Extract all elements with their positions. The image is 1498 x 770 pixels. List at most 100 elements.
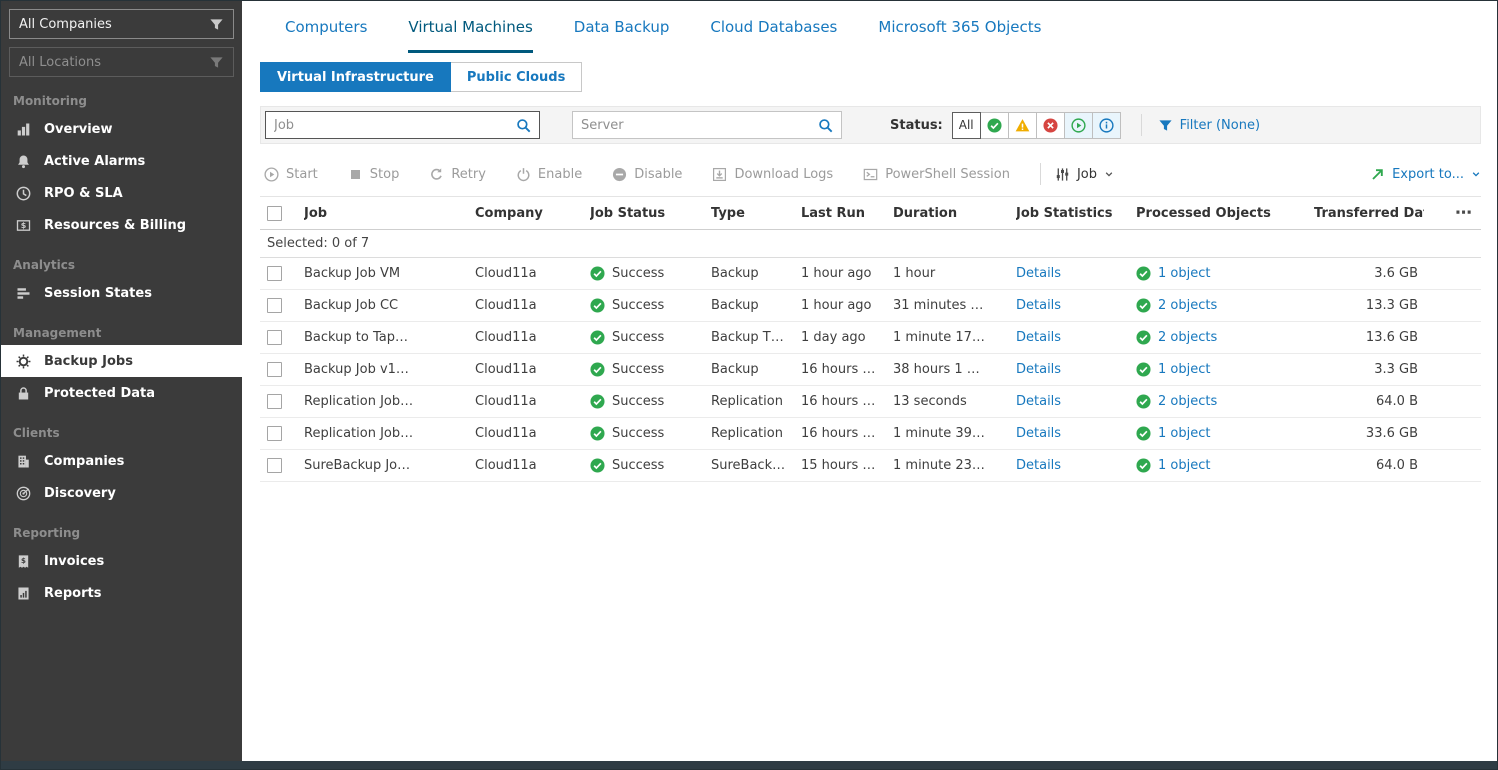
sidebar-item-reports[interactable]: Reports: [1, 577, 242, 609]
sub-tabs: Virtual InfrastructurePublic Clouds: [260, 62, 1481, 92]
column-header-job-statistics[interactable]: Job Statistics: [1016, 206, 1136, 221]
column-header-company[interactable]: Company: [475, 206, 590, 221]
tab-data-backup[interactable]: Data Backup: [574, 1, 670, 53]
status-filter-all[interactable]: All: [952, 112, 981, 139]
tab-virtual-machines[interactable]: Virtual Machines: [408, 1, 532, 53]
last-run: 1 hour ago: [801, 266, 893, 281]
job-type: Backup: [711, 298, 801, 313]
toolbar-powershell-session-button[interactable]: PowerShell Session: [863, 167, 1010, 182]
column-menu-button[interactable]: ⋯: [1424, 203, 1481, 223]
row-checkbox[interactable]: [267, 266, 282, 281]
sidebar-item-overview[interactable]: Overview: [1, 113, 242, 145]
toolbar-button-label: Enable: [538, 167, 582, 182]
status-filter-info[interactable]: [1092, 112, 1121, 139]
company-name: Cloud11a: [475, 266, 590, 281]
column-header-duration[interactable]: Duration: [893, 206, 1016, 221]
server-search-input[interactable]: [573, 118, 818, 133]
row-checkbox[interactable]: [267, 458, 282, 473]
job-columns-dropdown[interactable]: Job: [1055, 167, 1114, 182]
sidebar-item-session-states[interactable]: Session States: [1, 277, 242, 309]
company-filter-value: All Companies: [19, 17, 112, 32]
toolbar-start-button[interactable]: Start: [264, 167, 318, 182]
select-all-checkbox[interactable]: [267, 206, 282, 221]
details-link[interactable]: Details: [1016, 394, 1061, 409]
column-header-processed-objects[interactable]: Processed Objects: [1136, 206, 1314, 221]
status-filter-error[interactable]: [1036, 112, 1065, 139]
toolbar: Start Stop Retry Enable Disable Download Logs…: [260, 157, 1481, 191]
last-run: 16 hours …: [801, 426, 893, 441]
search-icon[interactable]: [818, 118, 833, 133]
company-name: Cloud11a: [475, 394, 590, 409]
selected-count: Selected: 0 of 7: [267, 236, 369, 251]
column-header-job[interactable]: Job: [304, 206, 475, 221]
job-name: Replication Job…: [304, 394, 475, 409]
processed-objects-link[interactable]: 1 object: [1158, 426, 1210, 441]
processed-objects-link[interactable]: 2 objects: [1158, 394, 1217, 409]
sidebar-item-resources-billing[interactable]: $Resources & Billing: [1, 209, 242, 241]
column-header-transferred-data[interactable]: Transferred Data: [1314, 206, 1424, 221]
details-link[interactable]: Details: [1016, 330, 1061, 345]
billing-icon: $: [16, 218, 31, 233]
job-search-input[interactable]: [266, 118, 516, 133]
tab-computers[interactable]: Computers: [285, 1, 367, 53]
processed-objects-link[interactable]: 1 object: [1158, 362, 1210, 377]
table-row: Backup Job v1…Cloud11aSuccessBackup16 ho…: [260, 354, 1481, 386]
location-filter-dropdown[interactable]: All Locations: [9, 47, 234, 77]
chevron-down-icon: [1471, 169, 1481, 179]
export-button[interactable]: Export to...: [1370, 167, 1481, 182]
check-circle-icon: [590, 330, 605, 345]
status-filter-success[interactable]: [980, 112, 1009, 139]
column-header-last-run[interactable]: Last Run: [801, 206, 893, 221]
warning-triangle-icon: [1015, 118, 1030, 133]
job-status-label: Success: [612, 426, 664, 441]
row-checkbox[interactable]: [267, 426, 282, 441]
subtab-public-clouds[interactable]: Public Clouds: [451, 62, 582, 92]
sidebar-item-discovery[interactable]: Discovery: [1, 477, 242, 509]
check-circle-icon: [1136, 298, 1151, 313]
sidebar-item-label: Companies: [44, 454, 124, 469]
sidebar-item-protected-data[interactable]: Protected Data: [1, 377, 242, 409]
job-status: Success: [590, 458, 711, 473]
sidebar-item-invoices[interactable]: $Invoices: [1, 545, 242, 577]
sidebar-item-active-alarms[interactable]: Active Alarms: [1, 145, 242, 177]
processed-objects-link[interactable]: 1 object: [1158, 458, 1210, 473]
toolbar-disable-button[interactable]: Disable: [612, 167, 682, 182]
subtab-virtual-infrastructure[interactable]: Virtual Infrastructure: [260, 62, 451, 92]
details-link[interactable]: Details: [1016, 362, 1061, 377]
sidebar-item-companies[interactable]: Companies: [1, 445, 242, 477]
job-status: Success: [590, 298, 711, 313]
row-checkbox[interactable]: [267, 298, 282, 313]
reports-icon: [16, 586, 31, 601]
details-link[interactable]: Details: [1016, 426, 1061, 441]
details-link[interactable]: Details: [1016, 266, 1061, 281]
tab-cloud-databases[interactable]: Cloud Databases: [710, 1, 837, 53]
filter-none-link[interactable]: Filter (None): [1158, 118, 1260, 133]
duration: 1 minute 23…: [893, 458, 1016, 473]
details-link[interactable]: Details: [1016, 458, 1061, 473]
processed-objects-link[interactable]: 2 objects: [1158, 298, 1217, 313]
job-type: Backup: [711, 362, 801, 377]
toolbar-stop-button[interactable]: Stop: [348, 167, 400, 182]
sidebar-item-backup-jobs[interactable]: Backup Jobs: [1, 345, 242, 377]
toolbar-retry-button[interactable]: Retry: [429, 167, 486, 182]
row-checkbox[interactable]: [267, 394, 282, 409]
search-icon[interactable]: [516, 118, 531, 133]
company-name: Cloud11a: [475, 426, 590, 441]
processed-objects-link[interactable]: 2 objects: [1158, 330, 1217, 345]
details-link[interactable]: Details: [1016, 298, 1061, 313]
toolbar-enable-button[interactable]: Enable: [516, 167, 582, 182]
company-filter-dropdown[interactable]: All Companies: [9, 9, 234, 39]
status-filter-running[interactable]: [1064, 112, 1093, 139]
column-header-type[interactable]: Type: [711, 206, 801, 221]
column-header-job-status[interactable]: Job Status: [590, 206, 711, 221]
tab-microsoft-365-objects[interactable]: Microsoft 365 Objects: [878, 1, 1041, 53]
transferred-data: 13.6 GB: [1314, 330, 1424, 345]
row-checkbox[interactable]: [267, 362, 282, 377]
transferred-data: 3.6 GB: [1314, 266, 1424, 281]
row-checkbox[interactable]: [267, 330, 282, 345]
status-filter-warning[interactable]: [1008, 112, 1037, 139]
duration: 1 minute 17…: [893, 330, 1016, 345]
toolbar-download-logs-button[interactable]: Download Logs: [712, 167, 833, 182]
sidebar-item-rpo-sla[interactable]: RPO & SLA: [1, 177, 242, 209]
processed-objects-link[interactable]: 1 object: [1158, 266, 1210, 281]
